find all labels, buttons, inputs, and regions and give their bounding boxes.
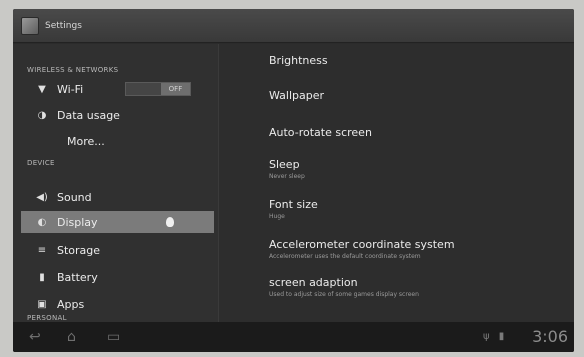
- setting-title: Brightness: [269, 54, 328, 67]
- setting-font-size[interactable]: Font size Huge: [269, 198, 569, 220]
- wifi-icon: ▼: [38, 83, 46, 95]
- touch-cursor-icon: [166, 217, 174, 227]
- recent-apps-icon[interactable]: ▭: [107, 329, 120, 345]
- setting-title: Accelerometer coordinate system: [269, 238, 455, 251]
- system-nav-bar: ↩ ⌂ ▭ ψ ▮ 3:06: [13, 322, 574, 352]
- display-icon: ◐: [37, 216, 47, 228]
- setting-summary: Huge: [269, 213, 285, 220]
- sidebar-item-apps[interactable]: ▣ Apps: [21, 293, 214, 315]
- sidebar-item-label: Apps: [57, 297, 85, 311]
- sidebar-item-label: Data usage: [57, 108, 120, 122]
- status-icons: ψ ▮: [483, 331, 504, 342]
- apps-icon: ▣: [37, 298, 47, 310]
- data-usage-icon: ◑: [37, 109, 47, 121]
- sidebar-item-storage[interactable]: ≡ Storage: [21, 239, 214, 261]
- sidebar-item-label: Sound: [57, 190, 92, 204]
- sidebar-item-label: More...: [67, 134, 105, 148]
- sidebar-item-label: Battery: [57, 270, 98, 284]
- battery-icon: ▮: [39, 271, 45, 283]
- setting-brightness[interactable]: Brightness: [269, 54, 569, 67]
- screen: Settings WIRELESS & NETWORKS ▼ Wi-Fi OFF…: [13, 9, 574, 352]
- setting-title: screen adaption: [269, 276, 358, 289]
- storage-icon: ≡: [37, 244, 47, 256]
- tablet-frame: Settings WIRELESS & NETWORKS ▼ Wi-Fi OFF…: [0, 0, 584, 357]
- section-header-personal: PERSONAL: [27, 314, 67, 322]
- usb-icon: ψ: [483, 331, 490, 342]
- sidebar-item-sound[interactable]: ◀) Sound: [21, 186, 214, 208]
- section-header-device: DEVICE: [27, 159, 55, 167]
- sidebar-item-display[interactable]: ◐ Display: [21, 211, 214, 233]
- back-icon[interactable]: ↩: [29, 329, 41, 345]
- setting-wallpaper[interactable]: Wallpaper: [269, 89, 569, 102]
- sidebar-item-label: Storage: [57, 243, 101, 257]
- action-bar: Settings: [13, 9, 574, 43]
- sidebar-item-label: Display: [57, 215, 98, 229]
- settings-app-icon[interactable]: [21, 16, 39, 35]
- app-title: Settings: [45, 20, 82, 31]
- setting-auto-rotate[interactable]: Auto-rotate screen: [269, 126, 569, 139]
- setting-summary: Never sleep: [269, 173, 305, 180]
- speaker-icon: ◀): [36, 191, 48, 203]
- wifi-switch-knob: OFF: [160, 83, 190, 95]
- home-icon[interactable]: ⌂: [67, 329, 76, 345]
- section-header-wireless: WIRELESS & NETWORKS: [27, 66, 119, 74]
- setting-screen-adaption[interactable]: screen adaption Used to adjust size of s…: [269, 276, 569, 298]
- setting-summary: Accelerometer uses the default coordinat…: [269, 253, 421, 260]
- setting-title: Font size: [269, 198, 318, 211]
- wifi-toggle-switch[interactable]: OFF: [125, 82, 191, 96]
- setting-summary: Used to adjust size of some games displa…: [269, 291, 419, 298]
- sidebar-item-data-usage[interactable]: ◑ Data usage: [21, 104, 214, 126]
- setting-title: Sleep: [269, 158, 300, 171]
- battery-status-icon: ▮: [498, 331, 505, 342]
- setting-accelerometer[interactable]: Accelerometer coordinate system Accelero…: [269, 238, 569, 260]
- sidebar-item-label: Wi-Fi: [57, 82, 84, 96]
- sidebar-item-battery[interactable]: ▮ Battery: [21, 266, 214, 288]
- sidebar-item-wifi[interactable]: ▼ Wi-Fi OFF: [21, 78, 214, 100]
- setting-title: Auto-rotate screen: [269, 126, 372, 139]
- settings-sidebar: WIRELESS & NETWORKS ▼ Wi-Fi OFF ◑ Data u…: [13, 44, 218, 322]
- setting-title: Wallpaper: [269, 89, 325, 102]
- status-clock: 3:06: [532, 327, 568, 346]
- setting-sleep[interactable]: Sleep Never sleep: [269, 158, 569, 180]
- sidebar-item-more[interactable]: More...: [21, 130, 214, 152]
- display-settings-panel: Brightness Wallpaper Auto-rotate screen …: [218, 44, 574, 322]
